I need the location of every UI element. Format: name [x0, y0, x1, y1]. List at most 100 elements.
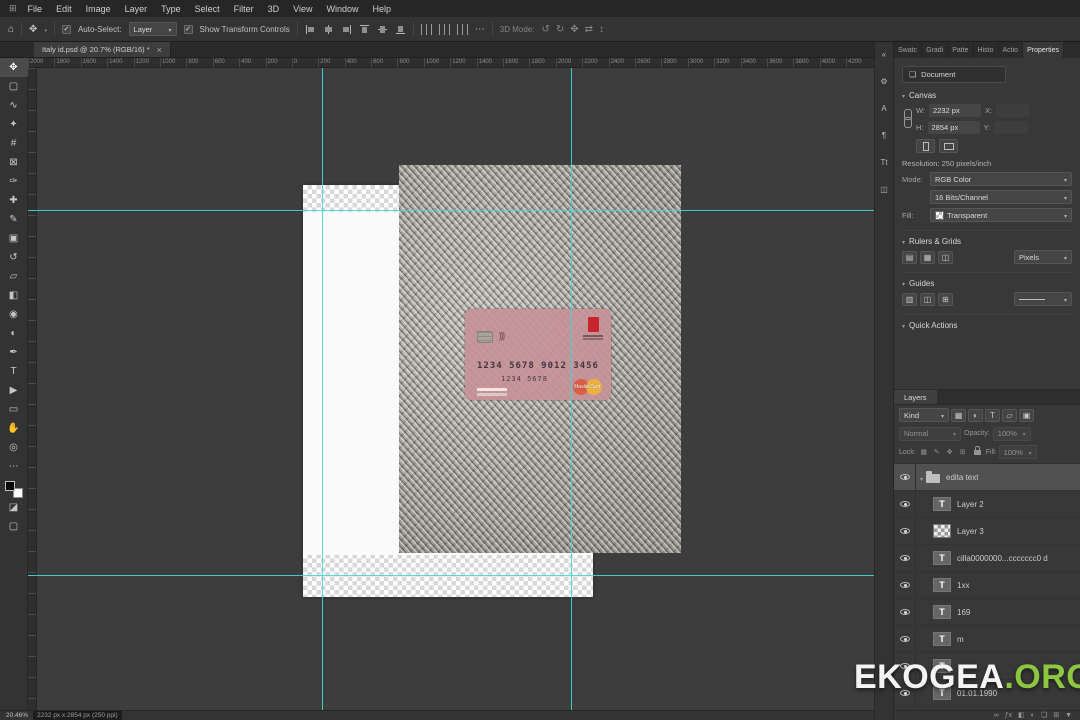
color-mode-dropdown[interactable]: RGB Color — [930, 172, 1072, 186]
menu-item[interactable]: 3D — [261, 4, 287, 14]
3d-orbit-icon[interactable]: ↺ — [541, 24, 549, 35]
canvas-section-header[interactable]: Canvas — [902, 91, 1072, 100]
panel-tab[interactable]: Properties — [1023, 42, 1064, 58]
eraser-tool[interactable]: ▱ — [0, 267, 28, 286]
home-icon[interactable]: ⌂ — [8, 24, 14, 35]
lock-position-icon[interactable]: ✥ — [944, 447, 956, 458]
zoom-level[interactable]: 20.46% — [6, 712, 28, 719]
layer-name[interactable]: Layer 3 — [957, 527, 984, 536]
marquee-tool[interactable]: ▢ — [0, 77, 28, 96]
pasteboard[interactable]: ))) 1234 5678 9012 3456 1234 5678 Master… — [28, 68, 874, 710]
horizontal-guide[interactable] — [28, 210, 874, 211]
add-horizontal-guide-icon[interactable]: ▥ — [902, 292, 917, 306]
more-options-icon[interactable]: ⋯ — [475, 24, 485, 35]
menu-item[interactable]: Window — [320, 4, 366, 14]
edit-toolbar[interactable]: ⋯ — [0, 457, 28, 476]
layer-row[interactable]: Layer 3 — [894, 518, 1080, 545]
adjustment-layer-icon[interactable]: ◐ — [1031, 712, 1035, 719]
layers-tab[interactable]: Layers — [894, 390, 937, 404]
paragraph-panel-icon[interactable]: ¶ — [875, 126, 894, 144]
visibility-toggle[interactable] — [894, 464, 916, 490]
layer-name[interactable]: edita text — [946, 473, 978, 482]
dodge-tool[interactable]: ◐ — [0, 324, 28, 343]
auto-select-target-dropdown[interactable]: Layer — [128, 22, 177, 36]
layer-thumbnail[interactable] — [933, 605, 951, 619]
menu-item[interactable]: File — [21, 4, 50, 14]
layer-name[interactable]: 169 — [957, 608, 970, 617]
layer-name[interactable]: 1xx — [957, 581, 969, 590]
align-bottom-edges-icon[interactable] — [395, 24, 406, 35]
foreground-color-swatch[interactable] — [4, 481, 15, 491]
brush-tool[interactable]: ✎ — [0, 210, 28, 229]
horizontal-ruler[interactable]: 2000 1800 1600 1400 1200 1000 800 600 400 200 0 200… — [28, 58, 874, 68]
filter-pixel-layers-icon[interactable]: ▦ — [951, 408, 966, 422]
clear-guides-icon[interactable]: ⊞ — [938, 292, 953, 306]
screen-mode-button[interactable]: ▢ — [0, 517, 28, 536]
menu-item[interactable]: Type — [154, 4, 188, 14]
layer-name[interactable]: Layer 2 — [957, 500, 984, 509]
layer-group-icon[interactable]: ❏ — [1041, 712, 1047, 719]
filter-shape-layers-icon[interactable]: ▱ — [1002, 408, 1017, 422]
layer-filter-kind-dropdown[interactable]: Kind — [899, 408, 949, 422]
height-field[interactable]: 2854 px — [927, 121, 980, 134]
layer-row[interactable]: cilla0000000...ccccccc0 d — [894, 545, 1080, 572]
menu-item[interactable]: Layer — [118, 4, 155, 14]
filter-smart-objects-icon[interactable]: ▣ — [1019, 408, 1034, 422]
blend-mode-dropdown[interactable]: Normal — [899, 426, 961, 441]
portrait-orientation-button[interactable] — [916, 139, 935, 153]
vertical-guide[interactable] — [571, 68, 572, 710]
visibility-toggle[interactable] — [894, 572, 916, 598]
lasso-tool[interactable]: ∿ — [0, 96, 28, 115]
menu-item[interactable]: Help — [366, 4, 399, 14]
menu-item[interactable]: Edit — [49, 4, 79, 14]
new-layer-icon[interactable]: ⊞ — [1053, 712, 1059, 719]
current-tool-icon[interactable]: ✥ — [29, 24, 37, 35]
filter-type-layers-icon[interactable]: T — [985, 408, 1000, 422]
align-top-edges-icon[interactable] — [359, 24, 370, 35]
app-icon[interactable]: ⊞ — [5, 3, 21, 14]
history-brush-tool[interactable]: ↺ — [0, 248, 28, 267]
lock-image-icon[interactable]: ✎ — [931, 447, 943, 458]
credit-card-layer[interactable]: ))) 1234 5678 9012 3456 1234 5678 Master… — [465, 309, 611, 400]
close-tab-icon[interactable]: × — [157, 45, 162, 55]
layer-fill-dropdown[interactable]: 100% — [998, 445, 1037, 459]
auto-select-checkbox[interactable] — [61, 24, 71, 34]
guide-style-dropdown[interactable] — [1014, 292, 1072, 306]
vertical-guide[interactable] — [322, 68, 323, 710]
3d-scale-icon[interactable]: ↕ — [599, 24, 604, 35]
layer-thumbnail[interactable] — [933, 497, 951, 511]
horizontal-guide[interactable] — [28, 575, 874, 576]
lock-all-icon[interactable] — [973, 445, 981, 455]
toggle-rulers-icon[interactable]: ▤ — [902, 250, 917, 264]
panel-tab[interactable]: Histo — [973, 42, 999, 58]
delete-layer-icon[interactable]: ▼ — [1065, 712, 1072, 719]
expand-panels-icon[interactable]: « — [875, 45, 894, 63]
layer-row[interactable]: Layer 2 — [894, 491, 1080, 518]
hand-tool[interactable]: ✋ — [0, 419, 28, 438]
add-vertical-guide-icon[interactable]: ◫ — [920, 292, 935, 306]
link-dimensions-icon[interactable] — [902, 109, 912, 131]
vertical-ruler[interactable] — [28, 68, 37, 710]
visibility-toggle[interactable] — [894, 599, 916, 625]
layer-thumbnail[interactable] — [933, 524, 951, 538]
opacity-dropdown[interactable]: 100% — [992, 426, 1031, 441]
snap-icon[interactable]: ◫ — [938, 250, 953, 264]
landscape-orientation-button[interactable] — [939, 139, 958, 153]
lock-artboard-icon[interactable]: ⊞ — [957, 447, 969, 458]
path-selection-tool[interactable]: ▶ — [0, 381, 28, 400]
healing-brush-tool[interactable]: ✚ — [0, 191, 28, 210]
frame-tool[interactable]: ⊠ — [0, 153, 28, 172]
lock-transparency-icon[interactable]: ▦ — [918, 447, 930, 458]
bit-depth-dropdown[interactable]: 16 Bits/Channel — [930, 190, 1072, 204]
panel-tab[interactable]: Actio — [998, 42, 1024, 58]
panel-tab[interactable]: Gradi — [922, 42, 949, 58]
distribute-horizontal-icon[interactable] — [420, 23, 432, 35]
rulers-grids-section-header[interactable]: Rulers & Grids — [902, 230, 1072, 246]
guides-section-header[interactable]: Guides — [902, 272, 1072, 288]
rectangle-tool[interactable]: ▭ — [0, 400, 28, 419]
quick-selection-tool[interactable]: ✦ — [0, 115, 28, 134]
libraries-panel-icon[interactable]: ◫ — [875, 180, 894, 198]
visibility-toggle[interactable] — [894, 626, 916, 652]
panel-tab[interactable]: Swatc — [894, 42, 923, 58]
quick-actions-section-header[interactable]: Quick Actions — [902, 314, 1072, 330]
